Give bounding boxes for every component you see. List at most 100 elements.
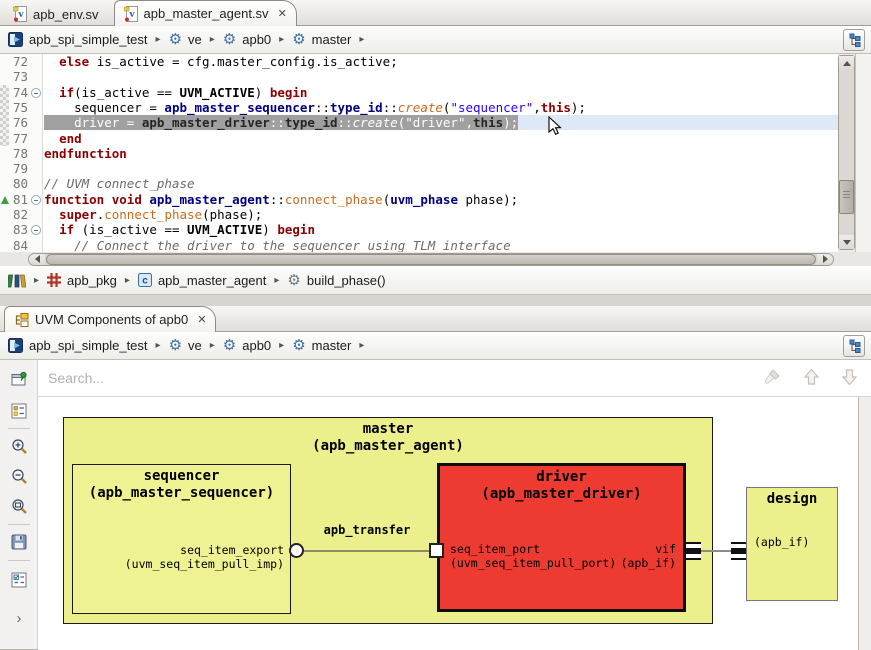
hierarchy-view-button[interactable] <box>843 29 865 51</box>
code-gutter: 72737475767778798081828384 <box>0 54 43 252</box>
component-gear-icon: ⚙ <box>292 338 305 353</box>
tab-label: apb_master_agent.sv <box>144 6 269 21</box>
breadcrumb-arrow-icon: ▸ <box>272 275 281 286</box>
zoom-out-button[interactable] <box>7 464 31 488</box>
scroll-down-button[interactable] <box>839 235 854 249</box>
pin-view-button[interactable] <box>7 367 31 391</box>
component-driver[interactable]: driver (apb_master_driver) seq_item_port… <box>437 463 686 612</box>
uvm-diagram-canvas[interactable]: master (apb_master_agent) sequencer (apb… <box>38 397 858 650</box>
line-number: 72 <box>0 54 28 69</box>
code-line[interactable]: // UVM connect_phase <box>44 176 838 191</box>
close-tab-icon[interactable]: ✕ <box>197 313 206 326</box>
fold-collapse-icon[interactable] <box>31 195 41 205</box>
code-line[interactable] <box>44 161 838 176</box>
clear-search-button[interactable] <box>763 368 781 391</box>
component-title: master (apb_master_agent) <box>64 421 712 455</box>
breadcrumb-item-master[interactable]: master <box>312 32 352 47</box>
zoom-in-button[interactable] <box>7 434 31 458</box>
code-line[interactable]: if (is_active == UVM_ACTIVE) begin <box>44 222 838 237</box>
vif-connection-wire[interactable] <box>701 550 732 552</box>
tab-uvm-components[interactable]: UVM Components of apb0 ✕ <box>4 306 216 332</box>
tlm-connection-wire[interactable] <box>304 550 430 552</box>
seq-item-port-label: seq_item_port (uvm_seq_item_pull_port) <box>450 542 616 570</box>
component-gear-icon: ⚙ <box>169 32 182 47</box>
breadcrumb-item-test[interactable]: apb_spi_simple_test <box>29 32 148 47</box>
scroll-left-button[interactable] <box>29 254 45 265</box>
breadcrumb-item-function[interactable]: build_phase() <box>307 273 386 288</box>
scroll-right-button[interactable] <box>817 254 833 265</box>
horizontal-scrollbar[interactable] <box>28 253 834 266</box>
design-interface-connector[interactable] <box>731 542 746 560</box>
breadcrumb-arrow-icon: ▸ <box>32 275 41 286</box>
breadcrumb-item-ve[interactable]: ve <box>188 32 202 47</box>
save-icon <box>11 534 27 550</box>
diagram-options-button[interactable] <box>7 568 31 592</box>
save-diagram-button[interactable] <box>7 530 31 554</box>
toolbar-separator <box>8 428 30 429</box>
component-design[interactable]: design (apb_if) <box>746 487 838 601</box>
horizontal-scroll-band <box>0 252 871 266</box>
code-editor[interactable]: 72737475767778798081828384 else is_activ… <box>0 54 838 252</box>
vif-interface-connector[interactable] <box>686 542 701 560</box>
code-line[interactable]: if(is_active == UVM_ACTIVE) begin <box>44 85 838 100</box>
component-gear-icon: ⚙ <box>292 32 305 47</box>
uvm-components-view: › Search... <box>0 360 871 650</box>
fold-collapse-icon[interactable] <box>31 225 41 235</box>
code-line[interactable]: else is_active = cfg.master_config.is_ac… <box>44 54 838 69</box>
tab-apb-env[interactable]: v apb_env.sv <box>4 3 108 25</box>
breadcrumb-item-master[interactable]: master <box>312 338 352 353</box>
canvas-scroll-gutter <box>858 397 871 650</box>
panel-sash[interactable] <box>0 295 871 306</box>
hierarchy-icon <box>847 33 861 47</box>
breadcrumb-item-pkg[interactable]: apb_pkg <box>67 273 117 288</box>
find-previous-button[interactable] <box>804 368 819 391</box>
scrollbar-thumb[interactable] <box>46 254 816 265</box>
breadcrumb-item-ve[interactable]: ve <box>188 338 202 353</box>
svg-text:c: c <box>142 276 148 287</box>
hierarchy-view-button[interactable] <box>843 335 865 357</box>
breadcrumb-item-apb0[interactable]: apb0 <box>242 338 271 353</box>
code-line[interactable] <box>44 69 838 84</box>
view-toolbar: › <box>0 360 38 649</box>
toolbar-more-button[interactable]: › <box>7 606 31 630</box>
code-line[interactable]: super.connect_phase(phase); <box>44 207 838 222</box>
breadcrumb-item-class[interactable]: apb_master_agent <box>158 273 266 288</box>
line-number: 75 <box>0 100 28 115</box>
line-number: 73 <box>0 69 28 84</box>
component-gear-icon: ⚙ <box>223 338 236 353</box>
breadcrumb-item-apb0[interactable]: apb0 <box>242 32 271 47</box>
tab-apb-master-agent[interactable]: v apb_master_agent.sv ✕ <box>114 0 297 26</box>
code-line[interactable]: driver = apb_master_driver::type_id::cre… <box>44 115 838 130</box>
view-breadcrumb: apb_spi_simple_test ▸ ⚙ ve ▸ ⚙ apb0 ▸ ⚙ … <box>0 332 871 360</box>
code-line[interactable]: sequencer = apb_master_sequencer::type_i… <box>44 100 838 115</box>
selected-text[interactable]: driver = apb_master_driver::type_id::cre… <box>44 115 518 130</box>
breadcrumb-arrow-icon: ▸ <box>277 34 286 45</box>
code-line[interactable]: function void apb_master_agent::connect_… <box>44 192 838 207</box>
close-tab-icon[interactable]: ✕ <box>278 7 287 20</box>
diagram-legend-button[interactable] <box>7 399 31 423</box>
code-line[interactable]: endfunction <box>44 146 838 161</box>
legend-icon <box>11 403 27 419</box>
view-tabbar: UVM Components of apb0 ✕ <box>0 306 871 332</box>
component-title: sequencer (apb_master_sequencer) <box>73 468 290 502</box>
hierarchy-icon <box>847 339 861 353</box>
seq-item-export-port[interactable] <box>289 543 304 558</box>
zoom-fit-button[interactable] <box>7 494 31 518</box>
seq-item-port[interactable] <box>429 543 444 558</box>
zoom-out-icon <box>11 468 28 485</box>
breadcrumb-item-test[interactable]: apb_spi_simple_test <box>29 338 148 353</box>
zoom-in-icon <box>11 438 28 455</box>
search-input[interactable]: Search... <box>48 370 104 386</box>
diagram-search-bar[interactable]: Search... <box>38 360 871 397</box>
component-sequencer[interactable]: sequencer (apb_master_sequencer) seq_ite… <box>72 464 291 614</box>
breadcrumb-arrow-icon: ▸ <box>154 34 163 45</box>
code-line[interactable]: end <box>44 131 838 146</box>
scrollbar-thumb[interactable] <box>839 180 854 214</box>
scroll-up-button[interactable] <box>839 56 854 70</box>
fold-collapse-icon[interactable] <box>31 88 41 98</box>
code-line[interactable]: // Connect the driver to the sequencer u… <box>44 238 838 252</box>
vertical-scrollbar[interactable] <box>838 55 855 250</box>
toolbar-separator <box>8 560 30 561</box>
find-next-button[interactable] <box>842 368 857 391</box>
occurrence-marker-icon <box>1 196 9 204</box>
